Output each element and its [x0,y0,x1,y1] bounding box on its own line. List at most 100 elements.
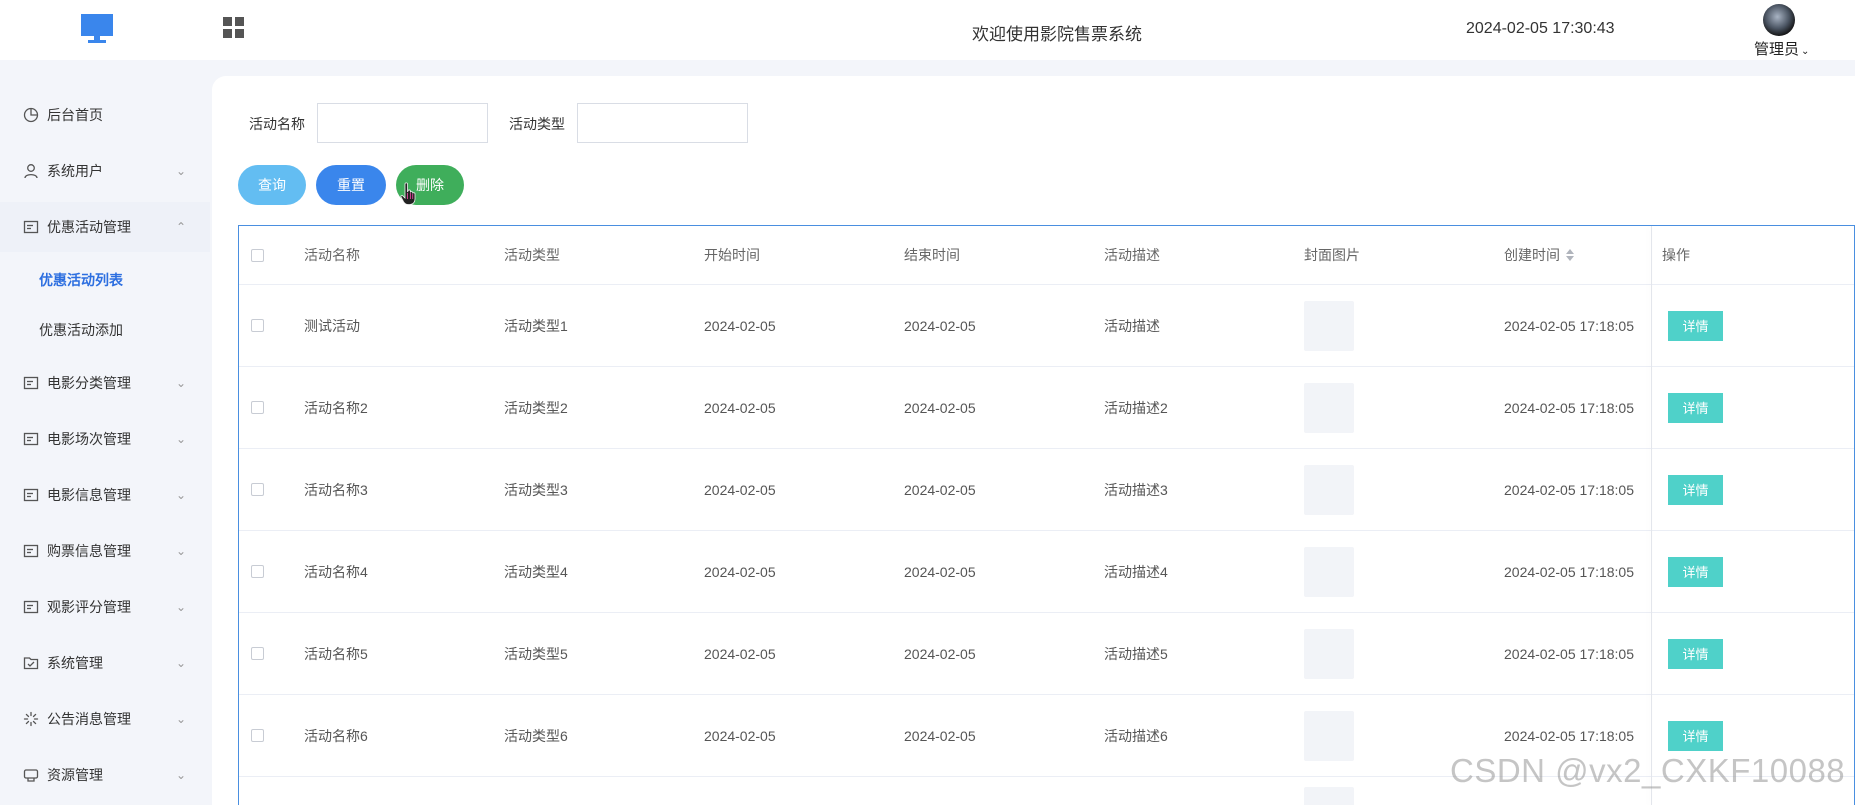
row-checkbox-cell [251,367,264,448]
activity-name-label: 活动名称 [249,116,305,132]
cell-created: 2024-02-05 17:18:05 [1504,317,1634,334]
cloud-icon [22,766,40,784]
cover-image[interactable] [1304,628,1354,679]
col-header-created[interactable]: 创建时间 [1504,226,1574,284]
row-checkbox[interactable] [251,401,264,414]
cell-cover [1304,531,1354,612]
reset-button[interactable]: 重置 [316,165,386,205]
card-icon [22,218,40,236]
sidebar-item-label: 电影分类管理 [47,375,131,391]
detail-button[interactable]: 详情 [1668,474,1723,505]
user-menu[interactable]: 管理员 ⌄ [1754,38,1809,59]
cover-image[interactable] [1304,787,1354,805]
card-icon [22,374,40,392]
sidebar-item-movie-session[interactable]: 电影场次管理 ⌄ [0,414,210,464]
card-icon [22,542,40,560]
row-checkbox-cell [251,613,264,694]
sort-icon[interactable] [1566,249,1574,261]
cell-end: 2024-02-05 [904,563,976,580]
sidebar-subitem-promotion-list[interactable]: 优惠活动列表 [0,256,210,304]
sidebar-item-label: 系统用户 [47,163,103,179]
detail-button[interactable]: 详情 [1668,556,1723,587]
table-header: 活动名称 活动类型 开始时间 结束时间 活动描述 封面图片 创建时间 操作 [239,226,1854,285]
cell-start: 2024-02-05 [704,645,776,662]
sidebar-item-label: 优惠活动管理 [47,219,131,235]
avatar[interactable] [1763,4,1795,36]
col-header-type: 活动类型 [504,247,560,263]
cell-name: 活动名称3 [304,481,368,498]
chevron-up-icon: ⌃ [176,220,187,234]
loading-icon [22,710,40,728]
query-button[interactable]: 查询 [238,165,306,205]
cover-image[interactable] [1304,382,1354,433]
cover-image[interactable] [1304,546,1354,597]
select-all-checkbox-cell [251,226,264,284]
user-icon [22,162,40,180]
detail-button[interactable]: 详情 [1668,638,1723,669]
sidebar-subitem-promotion-add[interactable]: 优惠活动添加 [0,306,210,354]
row-checkbox-cell [251,695,264,776]
cover-image[interactable] [1304,710,1354,761]
watermark-text: CSDN @vx2_CXKF10088 [1450,752,1846,789]
cell-created: 2024-02-05 17:18:05 [1504,481,1634,498]
sidebar-item-home[interactable]: 后台首页 [0,90,210,140]
row-checkbox[interactable] [251,647,264,660]
cell-type: 活动类型1 [504,317,568,334]
chevron-down-icon: ⌄ [176,712,187,726]
detail-button[interactable]: 详情 [1668,392,1723,423]
row-checkbox-cell [251,449,264,530]
cell-cover [1304,285,1354,366]
cover-image[interactable] [1304,464,1354,515]
cell-cover [1304,695,1354,776]
card-icon [22,598,40,616]
chevron-down-icon: ⌄ [176,164,187,178]
detail-button[interactable]: 详情 [1668,720,1723,751]
card-icon [22,430,40,448]
table-row: 活动名称2 活动类型2 2024-02-05 2024-02-05 活动描述2 2024-… [239,367,1854,449]
sidebar-item-label: 电影信息管理 [47,487,131,503]
cell-desc: 活动描述2 [1104,399,1168,416]
sidebar-item-ticket-info[interactable]: 购票信息管理 ⌄ [0,526,210,576]
cell-desc: 活动描述 [1104,317,1160,334]
chevron-down-icon: ⌄ [176,488,187,502]
sidebar-item-notice[interactable]: 公告消息管理 ⌄ [0,694,210,744]
row-checkbox[interactable] [251,565,264,578]
select-all-checkbox[interactable] [251,248,264,262]
cell-start: 2024-02-05 [704,481,776,498]
row-checkbox-cell [251,531,264,612]
cell-desc: 活动描述3 [1104,481,1168,498]
cell-action: 详情 [1668,531,1723,612]
sidebar-item-promotion[interactable]: 优惠活动管理 ⌃ [0,202,210,252]
chevron-down-icon: ⌄ [176,432,187,446]
activity-type-label: 活动类型 [509,116,565,132]
delete-button[interactable]: 删除 [396,165,464,205]
row-checkbox[interactable] [251,483,264,496]
cell-created: 2024-02-05 17:18:05 [1504,645,1634,662]
sidebar-item-resource[interactable]: 资源管理 ⌄ [0,750,210,800]
cover-image[interactable] [1304,300,1354,351]
chevron-down-icon: ⌄ [176,376,187,390]
sidebar-item-label: 电影场次管理 [47,431,131,447]
chevron-down-icon: ⌄ [176,656,187,670]
sidebar-item-system[interactable]: 系统管理 ⌄ [0,638,210,688]
col-header-start: 开始时间 [704,247,760,263]
detail-button[interactable]: 详情 [1668,310,1723,341]
cell-end: 2024-02-05 [904,727,976,744]
cell-name: 活动名称2 [304,399,368,416]
cell-action: 详情 [1668,613,1723,694]
sidebar-item-system-users[interactable]: 系统用户 ⌄ [0,146,210,196]
sidebar-item-movie-category[interactable]: 电影分类管理 ⌄ [0,358,210,408]
activity-type-input[interactable] [577,103,748,143]
cell-end: 2024-02-05 [904,317,976,334]
row-checkbox[interactable] [251,319,264,332]
current-datetime: 2024-02-05 17:30:43 [1466,20,1615,37]
activity-table: 活动名称 活动类型 开始时间 结束时间 活动描述 封面图片 创建时间 操作 测试… [238,225,1855,805]
row-checkbox-cell [251,285,264,366]
cell-start: 2024-02-05 [704,727,776,744]
row-checkbox[interactable] [251,729,264,742]
activity-name-input[interactable] [317,103,488,143]
cell-type: 活动类型4 [504,563,568,580]
sidebar-item-rating[interactable]: 观影评分管理 ⌄ [0,582,210,632]
cell-type: 活动类型3 [504,481,568,498]
sidebar-item-movie-info[interactable]: 电影信息管理 ⌄ [0,470,210,520]
